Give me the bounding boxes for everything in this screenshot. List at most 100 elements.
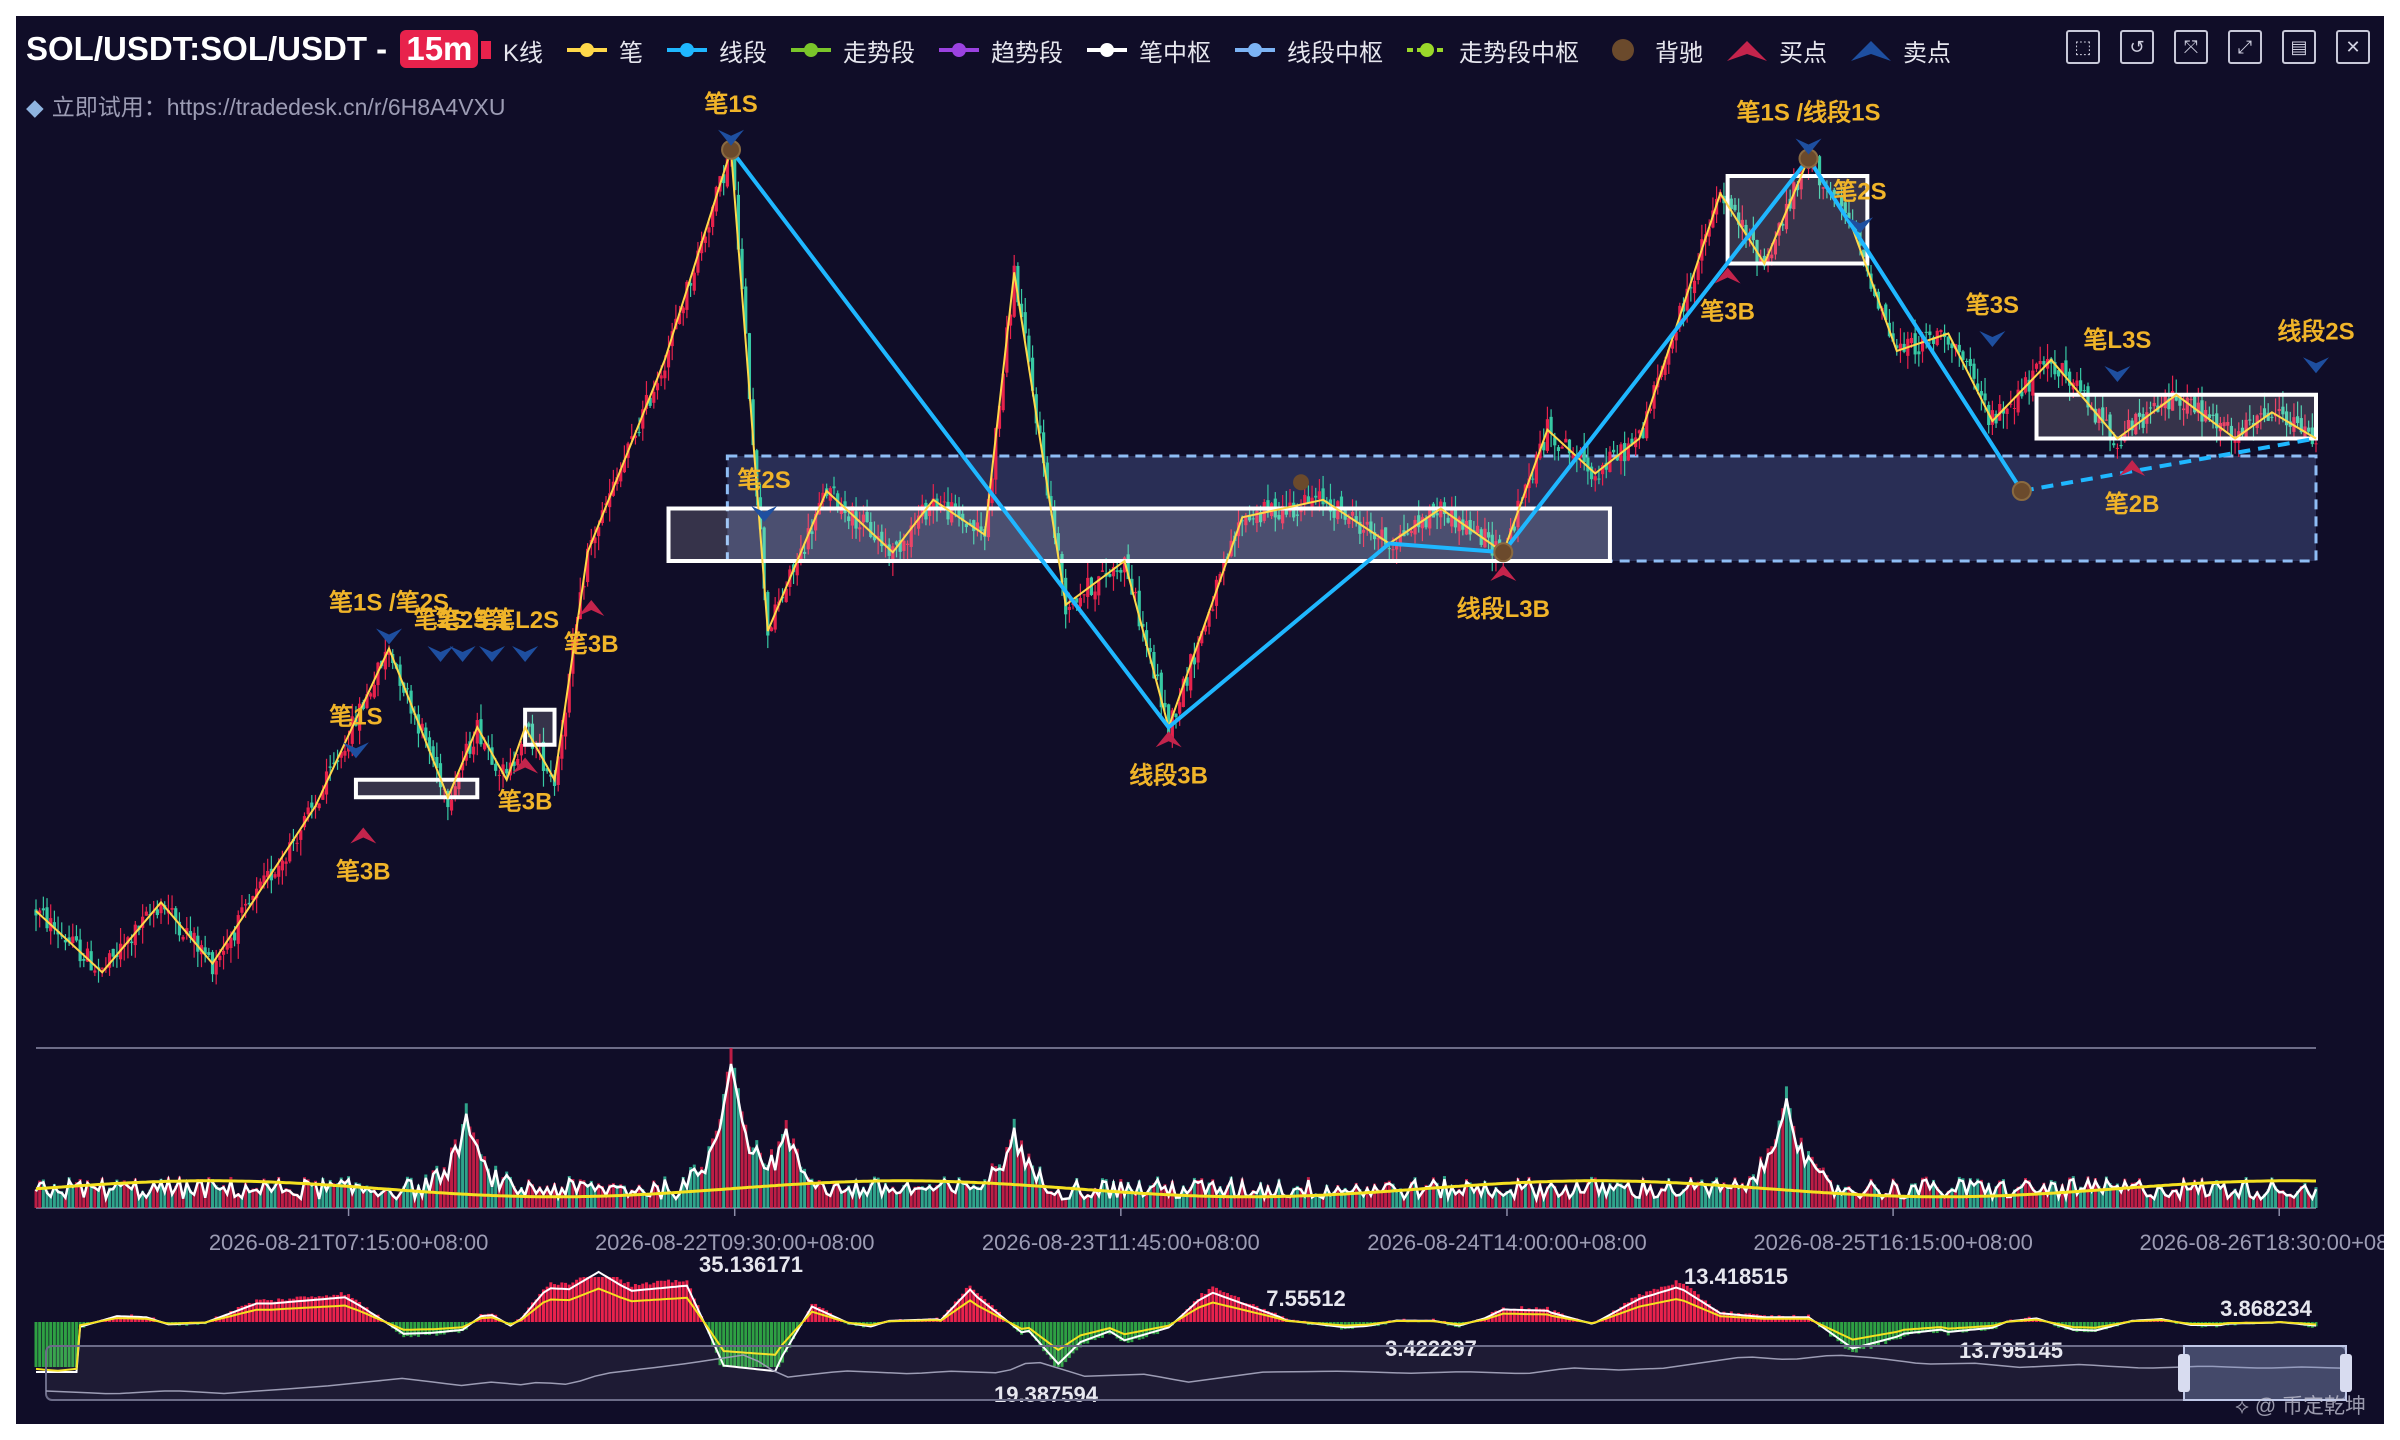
candle-body: [2042, 361, 2046, 365]
sell-marker: [2104, 366, 2131, 382]
macd-bar: [233, 1311, 237, 1322]
legend-item[interactable]: 卖点: [1849, 33, 1951, 68]
candle-body: [659, 375, 663, 379]
candle-body: [2075, 380, 2079, 386]
legend-label: 买点: [1779, 39, 1828, 67]
macd-bar: [431, 1322, 435, 1334]
interval-badge[interactable]: 15m: [400, 30, 479, 68]
candle-body: [45, 907, 49, 929]
expand-tool[interactable]: ⤢: [2228, 30, 2262, 64]
candle-body: [2082, 390, 2086, 392]
legend-item[interactable]: 线段: [665, 33, 767, 68]
candle-body: [1965, 361, 1969, 363]
sell-marker: [1795, 138, 1822, 155]
promo-text: 立即试用：https://tradedesk.cn/r/6H8A4VXU: [51, 94, 506, 120]
legend-item[interactable]: 线段中枢: [1233, 33, 1383, 68]
legend-item[interactable]: 走势段中枢: [1405, 33, 1579, 68]
signal-label: 笔3B: [1700, 298, 1755, 326]
sell-marker: [512, 646, 539, 662]
macd-bar: [678, 1281, 682, 1322]
volume-bar: [34, 1189, 38, 1208]
data-zoom-left-handle[interactable]: [2178, 1354, 2190, 1392]
candle-body: [1119, 569, 1123, 573]
candle-body: [130, 941, 134, 944]
divergence-marker: [1293, 474, 1310, 491]
promo-link[interactable]: ◆ 立即试用：https://tradedesk.cn/r/6H8A4VXU: [26, 88, 505, 122]
clear-tool[interactable]: ✕: [2336, 30, 2370, 64]
volume-bar: [1818, 1168, 1822, 1208]
macd-bar: [328, 1296, 332, 1322]
watermark-text: @ 币定乾坤: [2254, 1395, 2366, 1418]
macd-bar: [1259, 1310, 1263, 1322]
line-dot-icon: [1087, 43, 1128, 57]
circle-icon: [1612, 39, 1635, 61]
x-tick-label: 2026-08-21T07:15:00+08:00: [209, 1230, 489, 1255]
volume-bar: [788, 1143, 792, 1208]
legend-item[interactable]: 走势段: [789, 33, 915, 68]
volume-bar: [659, 1198, 663, 1208]
candle-body: [277, 865, 281, 877]
candle-body: [1314, 495, 1318, 498]
candle-body: [516, 759, 520, 766]
signal-label: 笔1S: [704, 90, 757, 118]
macd-bar: [659, 1280, 663, 1322]
data-zoom-track[interactable]: [45, 1345, 2347, 1401]
legend-label: 趋势段: [991, 39, 1064, 67]
candle-body: [214, 960, 218, 975]
candle-body: [707, 227, 711, 233]
candle-body: [652, 391, 656, 403]
lasso-select-tool[interactable]: ⤧: [2174, 30, 2208, 64]
macd-bar: [593, 1277, 597, 1322]
zoom-reset-tool[interactable]: ↺: [2120, 30, 2154, 64]
legend-item[interactable]: K线: [479, 33, 543, 68]
sell-marker: [342, 742, 369, 759]
legend-item[interactable]: 趋势段: [937, 33, 1063, 68]
macd-bar: [1523, 1309, 1527, 1322]
data-zoom-right-handle[interactable]: [2340, 1354, 2352, 1392]
candle-body: [100, 967, 104, 969]
candle-body: [769, 627, 774, 632]
candle-body: [1983, 393, 1987, 401]
macd-bar: [611, 1277, 615, 1322]
macd-bar: [1921, 1322, 1925, 1332]
legend-item[interactable]: 买点: [1725, 33, 1827, 68]
candle-body: [1972, 363, 1976, 379]
candle-body: [1093, 591, 1097, 600]
volume-bar: [1001, 1165, 1005, 1208]
volume-bar: [751, 1147, 755, 1208]
volume-bar: [317, 1198, 321, 1208]
signal-label: 笔2B: [2105, 490, 2160, 518]
signal-label: 笔3B: [564, 630, 619, 658]
legend-item[interactable]: 笔: [565, 33, 643, 68]
diamond-icon: ◆: [26, 94, 44, 120]
candle-body: [1909, 338, 1914, 344]
macd-bar: [1509, 1309, 1513, 1322]
candle-icon: [481, 41, 491, 59]
macd-bar: [1880, 1322, 1884, 1342]
macd-bar: [321, 1296, 325, 1322]
macd-value-label: 7.55512: [1266, 1286, 1346, 1311]
candle-body: [144, 911, 148, 916]
legend-item[interactable]: 背驰: [1601, 33, 1703, 68]
data-view-tool[interactable]: ▤: [2282, 30, 2316, 64]
candle-body: [942, 501, 946, 503]
legend-item[interactable]: 笔中枢: [1085, 33, 1211, 68]
candle-body: [637, 432, 641, 434]
signal-label: 笔3S: [1966, 291, 2019, 319]
signal-label: 笔2S: [1833, 177, 1886, 205]
macd-bar: [655, 1280, 659, 1322]
bi-pivot-box: [353, 777, 480, 800]
up-arrow-icon: [1727, 41, 1768, 61]
chart-title: SOL/USDT:SOL/USDT - 15m: [26, 30, 479, 68]
candle-body: [218, 955, 222, 961]
candle-body: [2115, 447, 2120, 449]
macd-bar: [567, 1284, 571, 1322]
macd-bar: [604, 1277, 608, 1322]
dashed-dot-icon: [1407, 43, 1448, 57]
volume-bar: [1196, 1179, 1200, 1208]
candle-body: [232, 932, 237, 941]
volume-bar: [799, 1166, 803, 1208]
volume-bar: [1439, 1196, 1443, 1208]
zoom-area-tool[interactable]: ⬚: [2066, 30, 2100, 64]
volume-ma-line: [34, 1063, 2318, 1204]
